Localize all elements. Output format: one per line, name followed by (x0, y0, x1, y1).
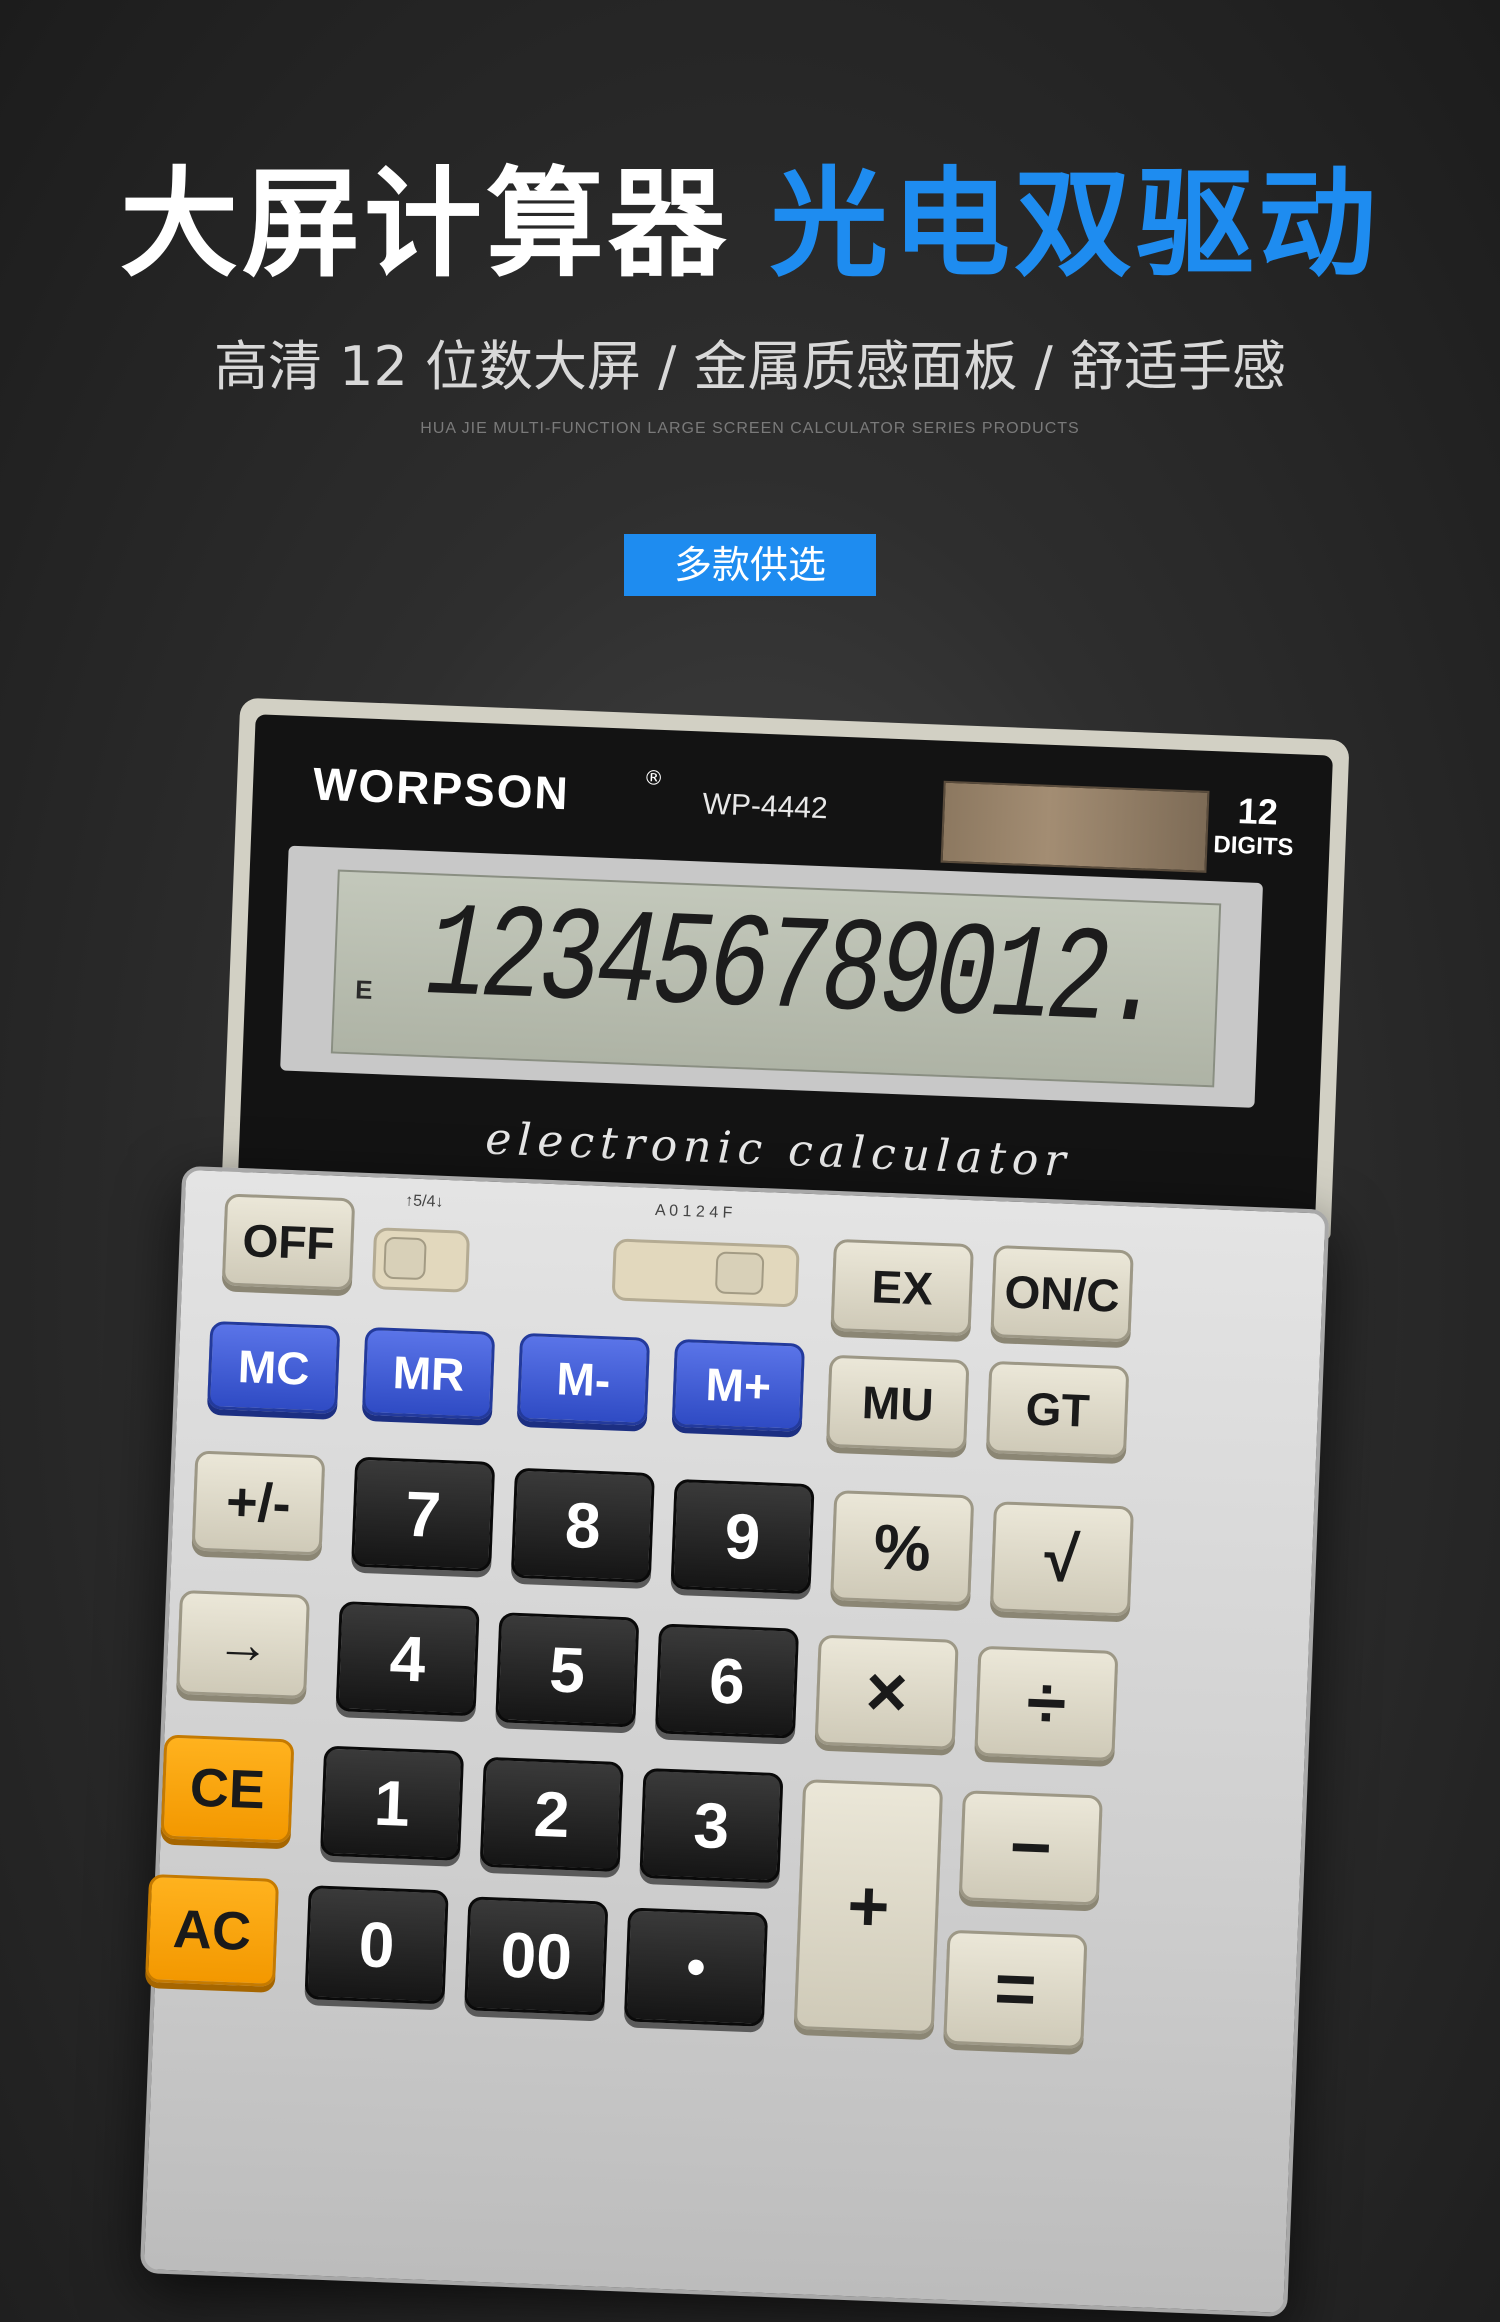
registered-mark: ® (643, 765, 665, 790)
subtitle: 高清 12 位数大屏 / 金属质感面板 / 舒适手感 (213, 335, 1287, 398)
english-tagline: HUA JIE MULTI-FUNCTION LARGE SCREEN CALC… (420, 420, 1080, 437)
key-m-minus[interactable]: M- (516, 1332, 651, 1426)
key-mc[interactable]: MC (207, 1320, 341, 1414)
decimal-switch[interactable] (611, 1238, 800, 1308)
key-plus[interactable]: + (793, 1779, 944, 2035)
headline: 大屏计算器 光电双驱动 (0, 128, 1500, 299)
key-off[interactable]: OFF (221, 1193, 356, 1291)
key-equals[interactable]: = (943, 1929, 1088, 2050)
key-9[interactable]: 9 (670, 1478, 815, 1595)
calculator-keypad-body: ↑5/4↓ A 0 1 2 4 F OFF EX ON/C MC MR M- M… (139, 1165, 1330, 2318)
key-4[interactable]: 4 (335, 1601, 480, 1717)
key-sign[interactable]: +/- (191, 1450, 326, 1556)
round-switch-label: ↑5/4↓ (404, 1192, 444, 1211)
key-3[interactable]: 3 (639, 1767, 784, 1884)
round-switch-knob[interactable] (383, 1236, 427, 1281)
key-8[interactable]: 8 (510, 1467, 655, 1584)
digits-label: DIGITS (1212, 831, 1294, 862)
key-2[interactable]: 2 (479, 1756, 624, 1873)
headline-blue-text: 光电双驱动 (770, 155, 1381, 293)
solar-panel (940, 780, 1210, 873)
decimal-switch-label: A 0 1 2 4 F (654, 1201, 733, 1222)
key-sqrt[interactable]: √ (989, 1501, 1134, 1617)
key-multiply[interactable]: × (814, 1634, 959, 1750)
calculator-display-panel: WORPSON ® WP-4442 12 DIGITS E 1234567890… (237, 714, 1333, 1230)
key-backspace[interactable]: → (176, 1589, 310, 1699)
round-switch[interactable] (371, 1227, 471, 1293)
key-6[interactable]: 6 (654, 1623, 800, 1739)
key-gt[interactable]: GT (985, 1360, 1130, 1459)
calculator-image: WORPSON ® WP-4442 12 DIGITS E 1234567890… (120, 695, 1360, 2319)
headline-white-text: 大屏计算器 (119, 155, 730, 293)
brand-name: WORPSON (312, 757, 571, 820)
model-number: WP-4442 (702, 787, 829, 826)
key-m-plus[interactable]: M+ (671, 1338, 806, 1432)
decimal-switch-knob[interactable] (714, 1251, 765, 1296)
screen-frame: E 123456789012. (280, 845, 1264, 1108)
key-ac[interactable]: AC (145, 1874, 280, 1987)
key-divide[interactable]: ÷ (974, 1645, 1119, 1761)
calculator-top-panel: WORPSON ® WP-4442 12 DIGITS E 1234567890… (221, 697, 1350, 1240)
key-percent[interactable]: % (830, 1490, 975, 1606)
options-badge[interactable]: 多款供选 (624, 534, 876, 596)
key-7[interactable]: 7 (351, 1456, 496, 1572)
key-ex[interactable]: EX (830, 1238, 974, 1337)
key-decimal-point[interactable]: • (623, 1907, 769, 2027)
key-0[interactable]: 0 (304, 1885, 449, 2005)
error-indicator: E (354, 974, 374, 1005)
display-value: 123456789012. (423, 881, 1165, 1062)
key-ce[interactable]: CE (160, 1734, 295, 1844)
key-on-c[interactable]: ON/C (990, 1244, 1134, 1343)
digits-count: 12 (1237, 790, 1279, 833)
key-00[interactable]: 00 (464, 1896, 609, 2016)
key-mr[interactable]: MR (361, 1326, 496, 1420)
key-mu[interactable]: MU (826, 1354, 970, 1453)
key-1[interactable]: 1 (319, 1745, 465, 1861)
lcd-screen: E 123456789012. (330, 869, 1222, 1088)
key-minus[interactable]: − (958, 1790, 1103, 1906)
key-5[interactable]: 5 (495, 1612, 640, 1728)
